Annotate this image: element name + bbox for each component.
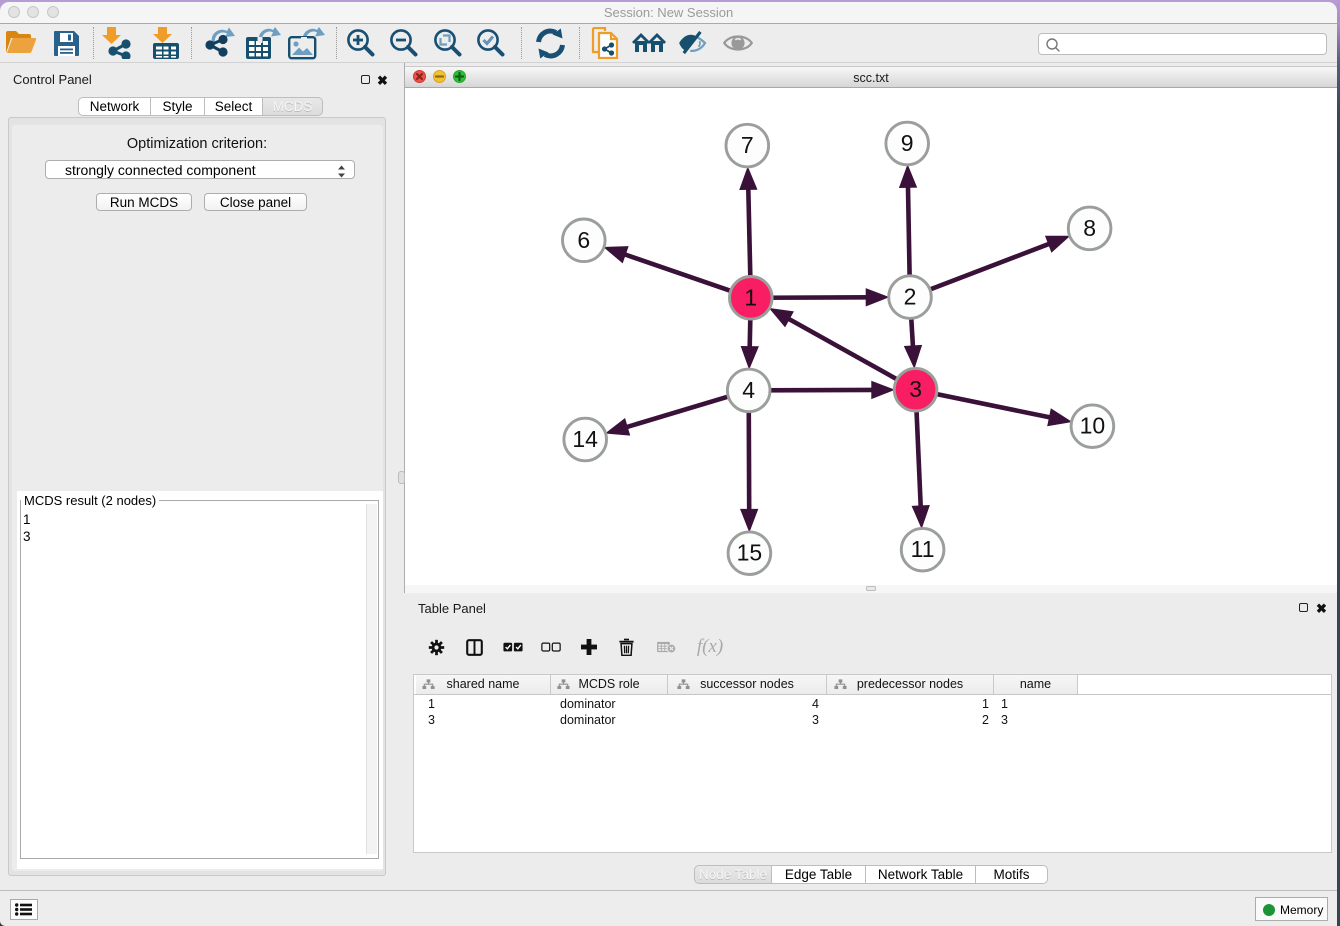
svg-text:1: 1 (744, 284, 757, 310)
svg-text:2: 2 (904, 284, 917, 310)
svg-text:4: 4 (742, 377, 755, 403)
svg-text:7: 7 (741, 132, 754, 158)
svg-text:15: 15 (737, 540, 763, 566)
svg-text:11: 11 (911, 536, 935, 562)
svg-text:8: 8 (1083, 215, 1096, 241)
svg-text:6: 6 (577, 227, 590, 253)
svg-text:9: 9 (901, 130, 914, 156)
svg-text:3: 3 (909, 376, 922, 402)
svg-text:14: 14 (572, 426, 598, 452)
svg-text:10: 10 (1080, 413, 1106, 439)
